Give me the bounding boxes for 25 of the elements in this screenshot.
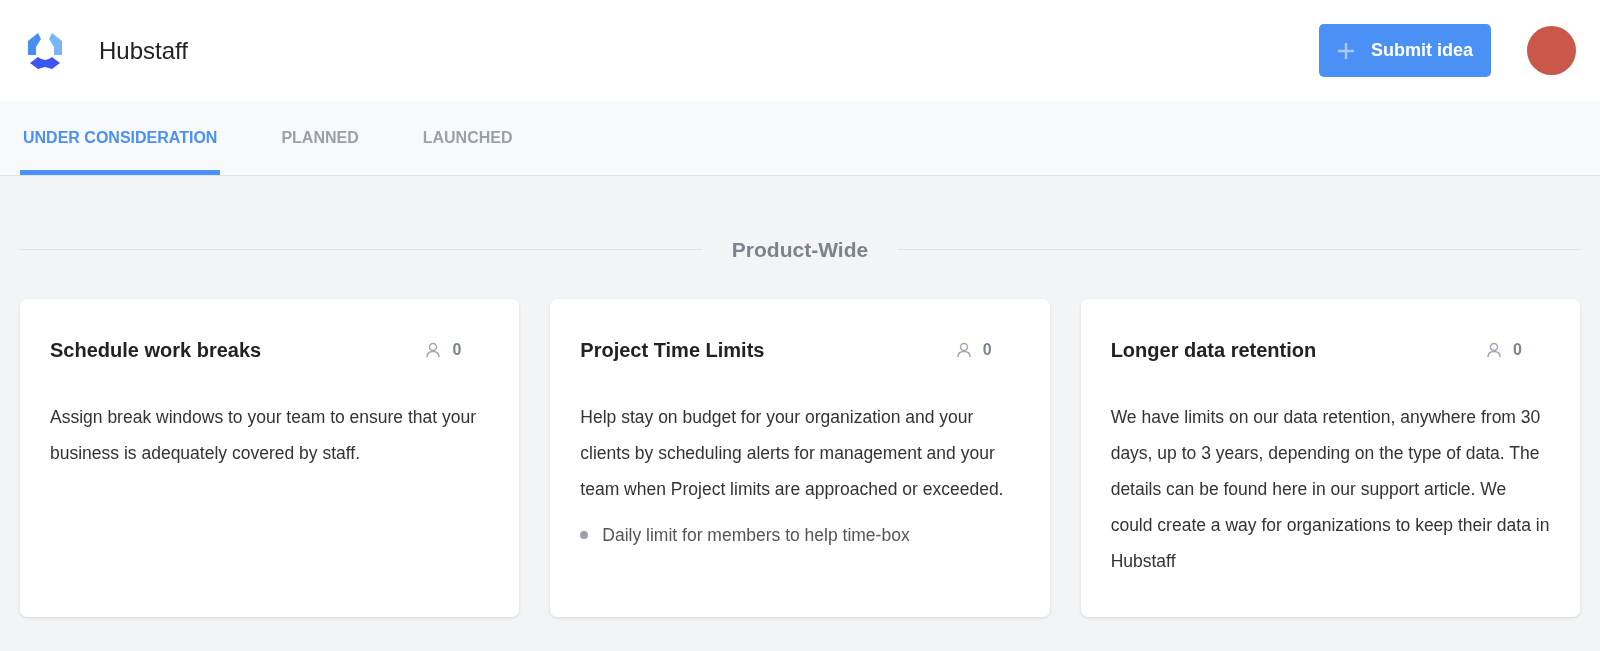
plus-icon bbox=[1337, 41, 1355, 60]
vote-count: 0 bbox=[1513, 339, 1522, 360]
card-title: Longer data retention bbox=[1110, 337, 1318, 363]
avatar[interactable] bbox=[1527, 26, 1576, 75]
bullet-icon bbox=[580, 530, 589, 539]
card-description: Assign break windows to your team to ensure that your business is adequately covered by staff. bbox=[50, 405, 478, 465]
bullet-text: Daily limit for members to help time-box bbox=[602, 523, 910, 547]
brand-name: Hubstaff bbox=[99, 35, 188, 66]
tab[interactable]: PLANNED bbox=[278, 101, 362, 175]
card-description: Help stay on budget for your organization and your clients by scheduling alerts for management and your team when Project limits are approached or exceeded. bbox=[580, 405, 1005, 501]
section-heading: Product-Wide bbox=[731, 237, 869, 263]
person-icon bbox=[426, 341, 441, 358]
vote-count: 0 bbox=[982, 339, 992, 360]
person-icon bbox=[1487, 341, 1502, 358]
vote-count: 0 bbox=[452, 339, 462, 360]
idea-card[interactable] bbox=[1080, 298, 1580, 617]
submit-idea-button[interactable]: Submit idea bbox=[1319, 24, 1491, 77]
tab[interactable]: UNDER CONSIDERATION bbox=[20, 101, 221, 175]
card-description: We have limits on our data retention, anywhere from 30 days, up to 3 years, depending on the type of data. The details can be found here in our support article. We could create a way for organizations to keep their data in Hubstaff bbox=[1110, 405, 1550, 573]
card-title: Project Time Limits bbox=[580, 337, 766, 363]
tab[interactable]: LAUNCHED bbox=[419, 101, 516, 175]
idea-card[interactable]: Schedule work breaks 0 Assign break windows to your team to ensure that your business is adequately covered by staff. bbox=[20, 298, 520, 617]
idea-card[interactable] bbox=[550, 298, 1050, 617]
card-title: Schedule work breaks bbox=[50, 337, 263, 363]
person-icon bbox=[956, 341, 971, 358]
